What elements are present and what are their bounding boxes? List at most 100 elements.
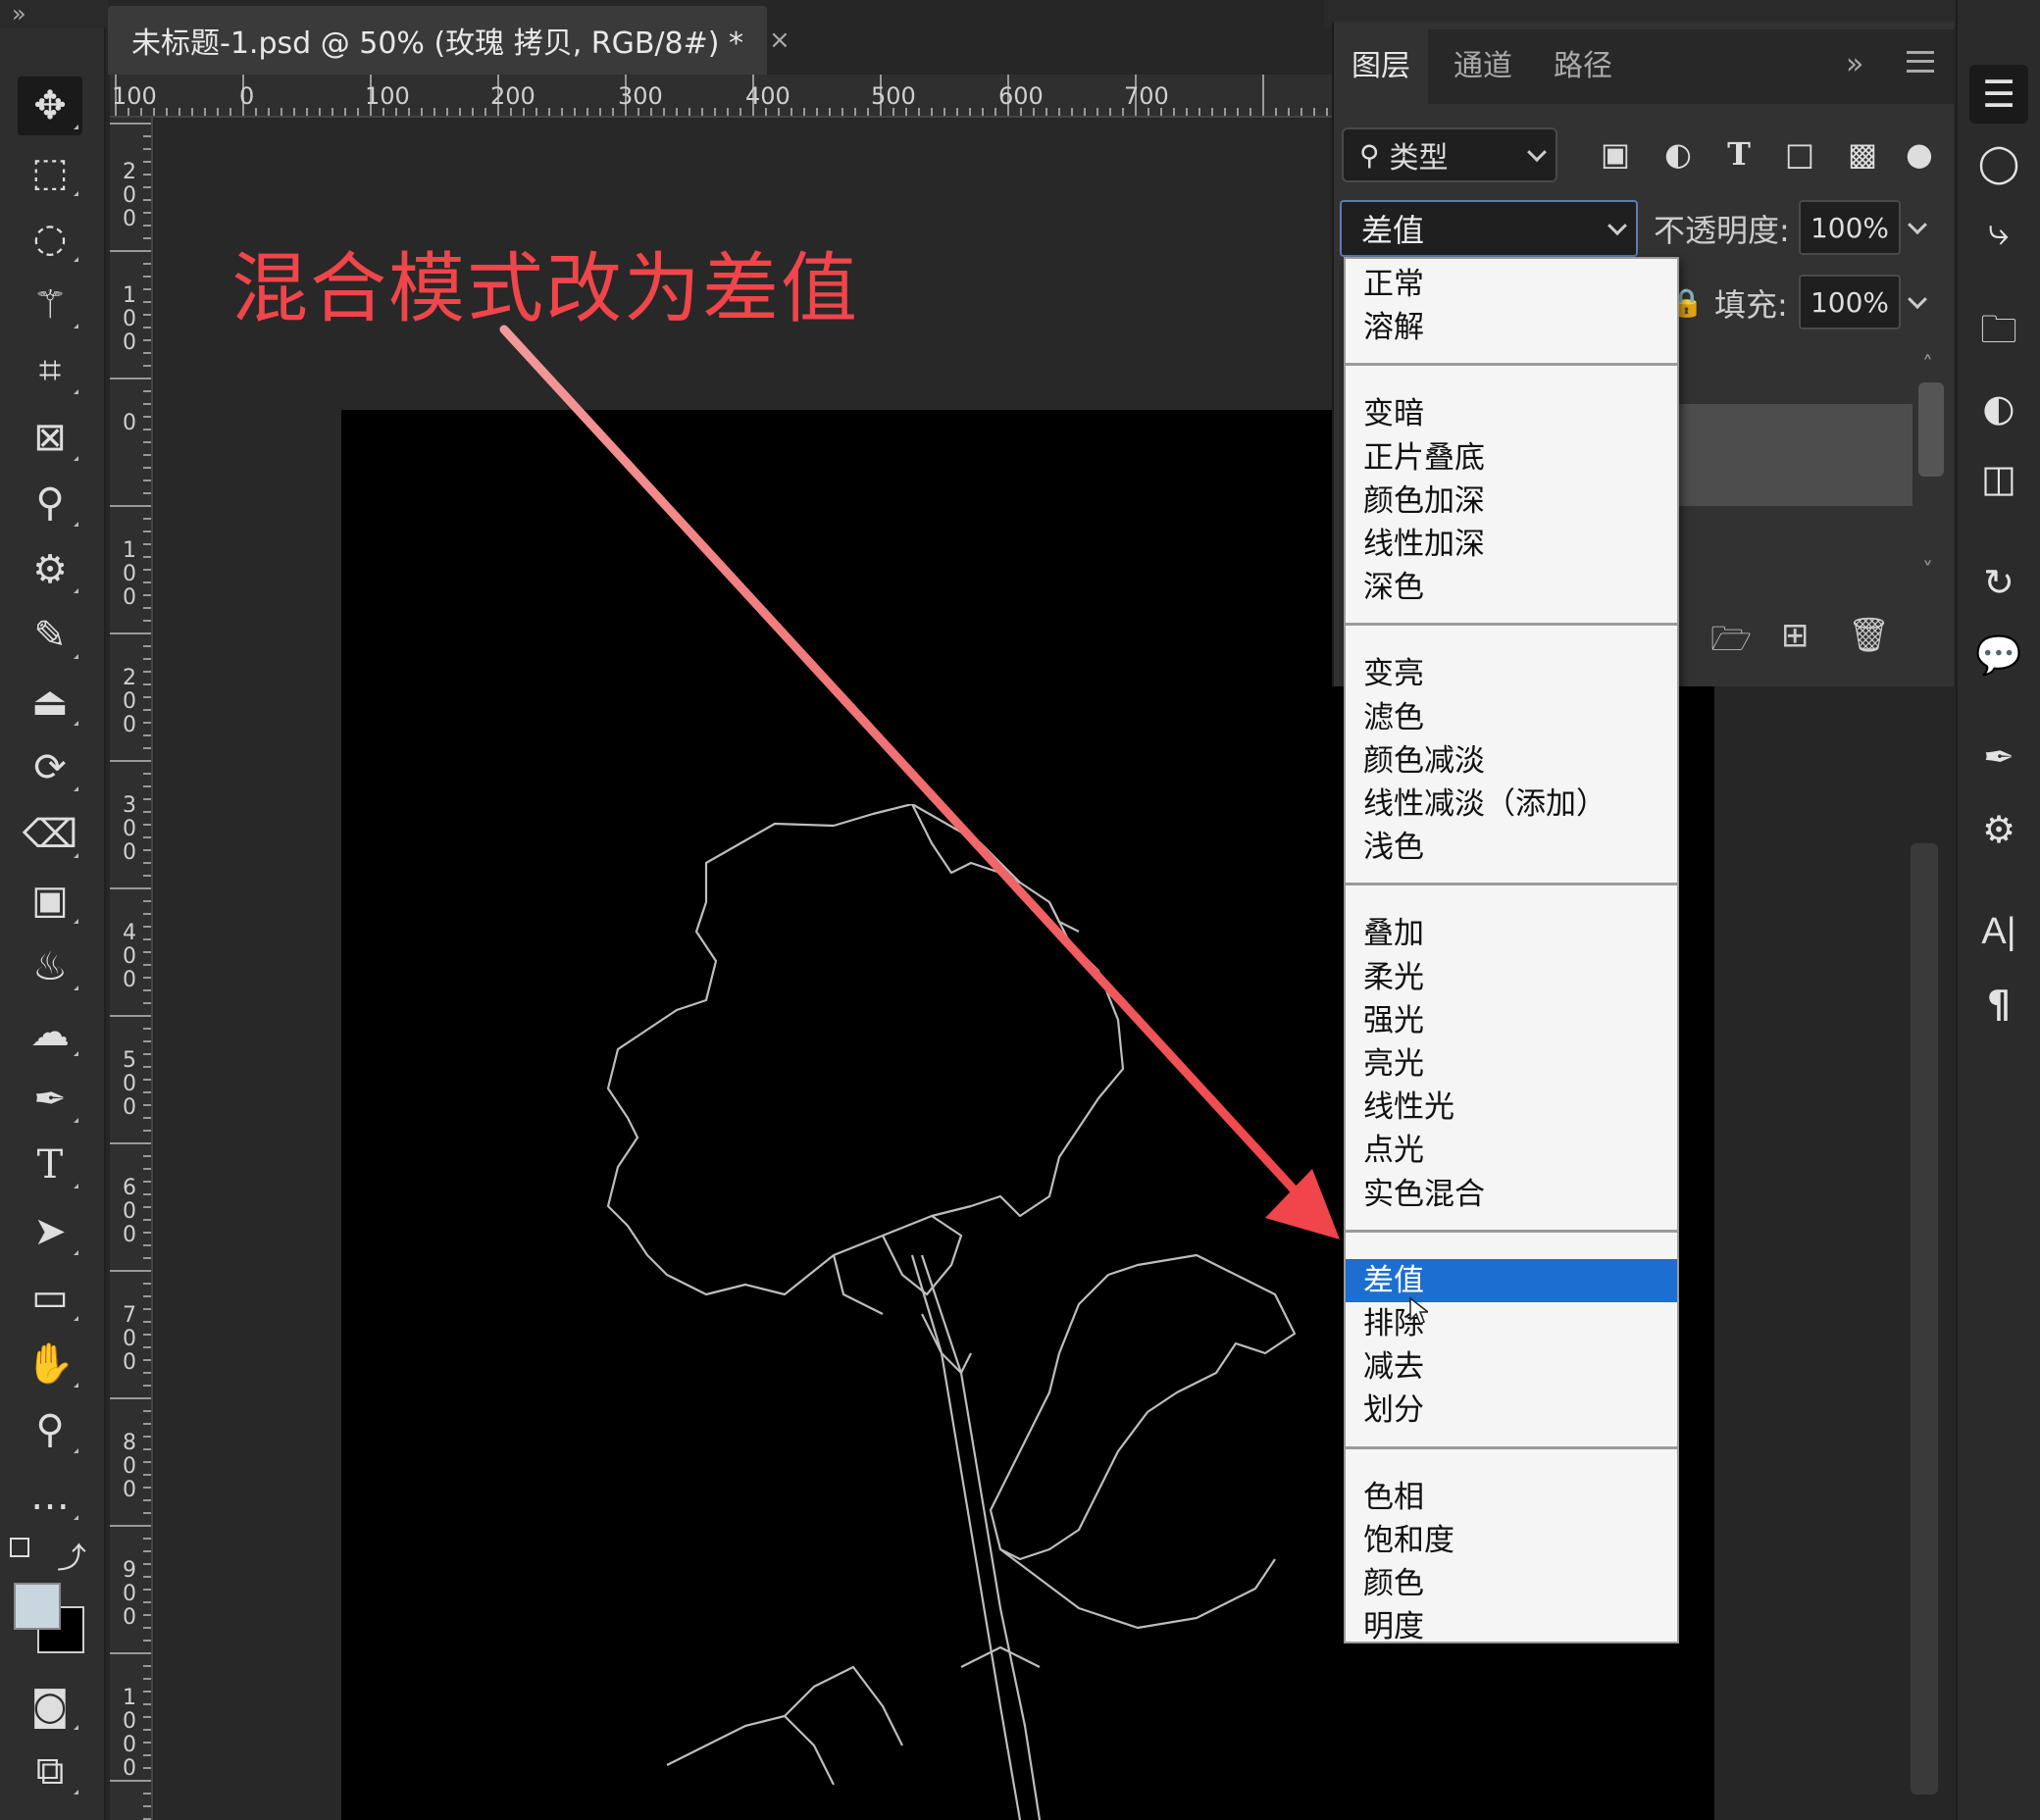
channels-icon[interactable]: ◯ — [1975, 139, 2022, 186]
patch-tool-icon[interactable]: ⚙ — [18, 540, 82, 599]
ruler-vertical[interactable]: 200 100 0 100 200 300 400 500 600 700 800 900 1000 — [110, 118, 153, 1820]
type-tool-icon[interactable]: T — [18, 1136, 82, 1194]
layers-icon[interactable]: ☰ — [1969, 65, 2028, 124]
history-brush-tool-icon[interactable]: ⟳ — [18, 738, 82, 797]
blend-mode-option[interactable]: 实色混合 — [1355, 1173, 1669, 1216]
blend-mode-option[interactable]: 浅色 — [1355, 826, 1669, 869]
screen-mode-icon[interactable]: ⧉ — [18, 1742, 82, 1800]
pixel-filter-icon[interactable]: ▣ — [1593, 131, 1638, 177]
rectangle-tool-icon[interactable]: ▭ — [18, 1268, 82, 1327]
frame-tool-icon[interactable]: ⊠ — [18, 408, 82, 467]
rose-outline-image — [606, 804, 1297, 1820]
layer-row-selected[interactable] — [1679, 404, 1912, 506]
stamp-tool-icon[interactable]: ⏏ — [18, 673, 82, 732]
move-tool-icon[interactable]: ✥ — [18, 76, 82, 135]
eyedropper-tool-icon[interactable]: ⚲ — [18, 474, 82, 532]
tab-paths[interactable]: 路径 — [1536, 29, 1630, 104]
blend-mode-option[interactable]: 正片叠底 — [1355, 436, 1669, 480]
blend-mode-option[interactable]: 颜色加深 — [1355, 480, 1669, 523]
blend-mode-option[interactable]: 颜色减淡 — [1355, 739, 1669, 783]
magic-wand-tool-icon[interactable]: ⚚ — [18, 276, 82, 334]
blend-mode-option[interactable]: 深色 — [1355, 566, 1669, 609]
blend-mode-option[interactable]: 排除 — [1355, 1302, 1669, 1345]
history-icon[interactable]: ↻ — [1975, 559, 2022, 606]
properties-icon[interactable]: ◫ — [1975, 455, 2022, 502]
default-colors-icon[interactable] — [10, 1538, 29, 1557]
comments-icon[interactable]: 💬 — [1975, 632, 2022, 679]
chevron-up-icon[interactable]: ˄ — [1922, 353, 1933, 378]
blend-mode-option[interactable]: 线性减淡（添加） — [1355, 783, 1669, 826]
blend-mode-option[interactable]: 滤色 — [1355, 696, 1669, 739]
ruler-label: 700 — [123, 1303, 136, 1375]
document-tab[interactable]: 未标题-1.psd @ 50% (玫瑰 拷贝, RGB/8#) * × — [108, 6, 790, 75]
marquee-tool-icon[interactable]: ⬚ — [18, 143, 82, 202]
brush-settings-icon[interactable]: ✒ — [1975, 733, 2022, 781]
swap-colors-icon[interactable]: ⤴ — [57, 1534, 86, 1577]
blend-mode-option[interactable]: 溶解 — [1355, 306, 1669, 349]
layers-scrollbar-thumb[interactable] — [1918, 382, 1944, 477]
hand-tool-icon[interactable]: ✋ — [18, 1335, 82, 1393]
delete-layer-icon[interactable]: 🗑 — [1848, 616, 1890, 655]
brush-tool-icon[interactable]: ✎ — [18, 606, 82, 665]
blend-mode-option[interactable]: 减去 — [1355, 1345, 1669, 1389]
paragraph-icon[interactable]: ¶ — [1975, 981, 2022, 1028]
blend-mode-option[interactable]: 线性加深 — [1355, 523, 1669, 566]
mores-tool-icon[interactable]: … — [18, 1467, 82, 1526]
zoom-tool-icon[interactable]: ⚲ — [18, 1400, 82, 1459]
panel-menu-icon[interactable] — [1907, 51, 1934, 73]
foreground-color-swatch[interactable] — [14, 1583, 61, 1630]
blend-mode-option[interactable]: 正常 — [1355, 263, 1669, 306]
blend-mode-option[interactable]: 明度 — [1355, 1605, 1669, 1648]
libraries-icon[interactable]: 🗀 — [1975, 308, 2022, 357]
collapse-left-icon[interactable]: » — [12, 0, 26, 27]
panel-collapse-icon[interactable]: » — [1846, 47, 1863, 81]
shape-filter-icon[interactable]: □ — [1777, 131, 1822, 177]
adjustments-icon[interactable]: ◐ — [1975, 384, 2022, 431]
filter-toggle-icon[interactable]: ● — [1906, 131, 1933, 177]
blend-mode-option[interactable]: 线性光 — [1355, 1086, 1669, 1129]
blur-tool-icon[interactable]: ♨ — [18, 937, 82, 996]
fill-dropdown[interactable] — [1901, 275, 1936, 329]
path-select-tool-icon[interactable]: ➤ — [18, 1202, 82, 1261]
new-group-folder-icon[interactable]: 🗁 — [1710, 616, 1752, 672]
blend-mode-option[interactable]: 饱和度 — [1355, 1519, 1669, 1562]
blend-mode-option[interactable]: 变亮 — [1355, 652, 1669, 695]
blend-mode-option[interactable]: 柔光 — [1355, 956, 1669, 999]
gradient-tool-icon[interactable]: ▣ — [18, 871, 82, 930]
blend-mode-option[interactable]: 强光 — [1355, 999, 1669, 1042]
new-layer-icon[interactable]: ⊞ — [1781, 616, 1810, 655]
blend-mode-option[interactable]: 点光 — [1355, 1129, 1669, 1172]
chevron-down-icon[interactable]: ˅ — [1922, 559, 1933, 583]
blend-mode-option[interactable]: 叠加 — [1355, 912, 1669, 955]
tool-presets-icon[interactable]: ⚙ — [1975, 806, 2022, 853]
blend-mode-select[interactable]: 差值 — [1340, 200, 1638, 257]
layer-filter-select[interactable]: ⚲ 类型 — [1342, 127, 1557, 182]
blend-mode-option[interactable]: 划分 — [1355, 1389, 1669, 1432]
character-icon[interactable]: A| — [1975, 908, 2022, 955]
fill-input[interactable]: 100% — [1799, 275, 1901, 329]
quick-mask-icon[interactable]: ◙ — [18, 1677, 82, 1736]
dodge-tool-icon[interactable]: ☁ — [18, 1003, 82, 1062]
tab-channels[interactable]: 通道 — [1436, 29, 1530, 104]
ruler-horizontal[interactable]: 100 0 100 200 300 400 500 600 700 — [110, 75, 1334, 118]
opacity-dropdown[interactable] — [1901, 200, 1936, 255]
fill-label: 填充: — [1714, 286, 1788, 324]
type-filter-icon[interactable]: T — [1716, 131, 1761, 177]
blend-mode-option[interactable]: 差值 — [1346, 1258, 1677, 1302]
lasso-tool-icon[interactable]: ◌ — [18, 209, 82, 268]
pen-tool-icon[interactable]: ✒ — [18, 1070, 82, 1129]
adjustment-filter-icon[interactable]: ◐ — [1656, 131, 1701, 177]
eraser-tool-icon[interactable]: ⌫ — [18, 805, 82, 864]
paths-icon[interactable]: ⤷ — [1975, 208, 2022, 255]
canvas-vertical-scrollbar[interactable] — [1911, 843, 1938, 1795]
smart-object-filter-icon[interactable]: ▩ — [1840, 131, 1885, 177]
close-icon[interactable]: × — [769, 25, 790, 55]
blend-mode-option[interactable]: 变暗 — [1355, 392, 1669, 435]
blend-mode-option[interactable]: 亮光 — [1355, 1042, 1669, 1086]
blend-mode-option[interactable]: 色相 — [1355, 1476, 1669, 1519]
tab-layers[interactable]: 图层 — [1334, 29, 1428, 104]
chevron-down-icon — [1527, 142, 1547, 163]
opacity-input[interactable]: 100% — [1799, 200, 1901, 255]
blend-mode-option[interactable]: 颜色 — [1355, 1562, 1669, 1605]
crop-tool-icon[interactable]: ⌗ — [18, 341, 82, 400]
